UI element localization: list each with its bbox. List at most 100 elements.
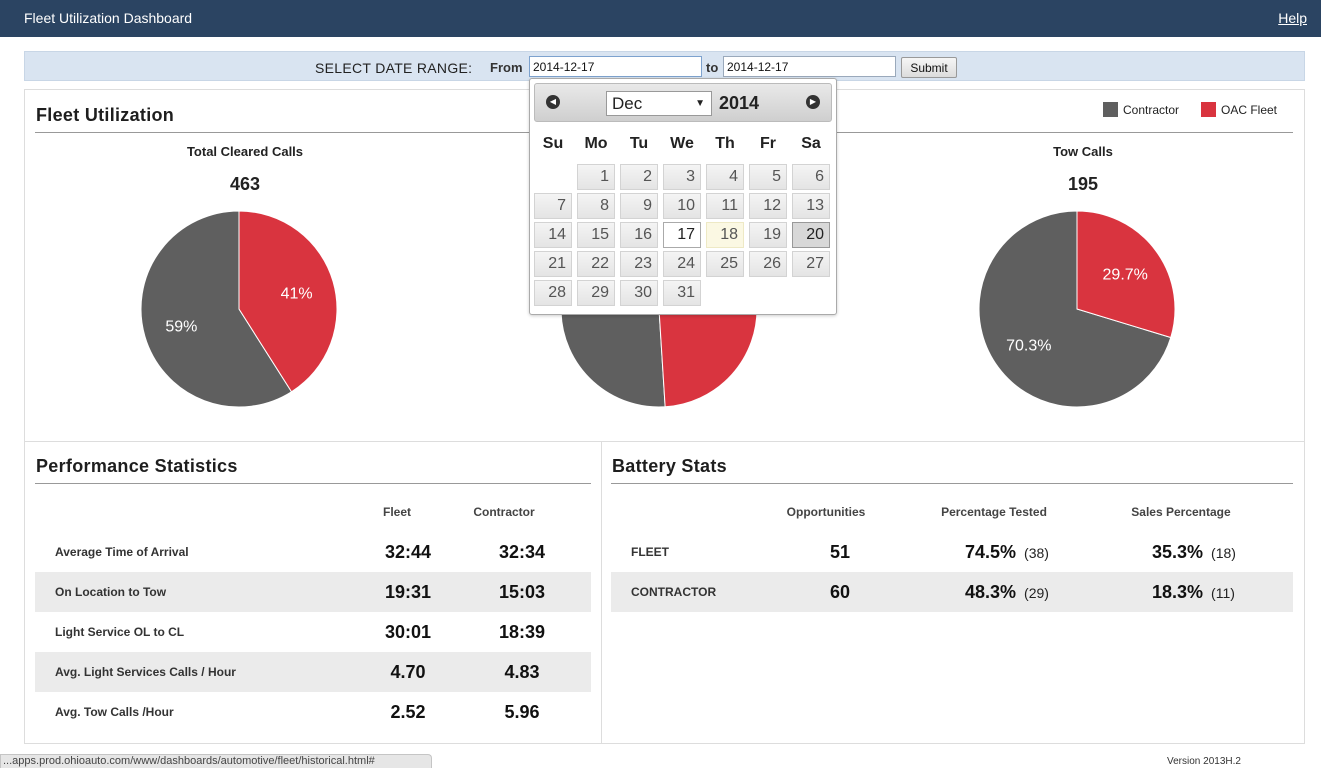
datepicker-popup: ◀ Dec ▼ 2014 ▶ Su Mo Tu We Th Fr Sa 1 2 3 4 5 6 7 8 9 10… xyxy=(529,78,837,315)
fleet-value: 19:31 xyxy=(384,582,432,602)
chart-title: Total Cleared Calls xyxy=(186,144,304,159)
table-row: Avg. Tow Calls /Hour 2.52 5.96 xyxy=(35,692,591,732)
col-header-percentage-tested: Percentage Tested xyxy=(941,505,1047,519)
chart-total: 195 xyxy=(1067,174,1099,194)
tested-percent: 74.5% xyxy=(965,542,1017,562)
date-range-label: SELECT DATE RANGE: xyxy=(315,60,473,76)
legend-oac-fleet: OAC Fleet xyxy=(1201,102,1277,117)
calendar-day[interactable]: 13 xyxy=(792,193,830,219)
legend-swatch-oac-fleet xyxy=(1201,102,1216,117)
calendar-day[interactable]: 18 xyxy=(706,222,744,248)
sales-count: (18) xyxy=(1211,545,1236,561)
calendar-day[interactable]: 30 xyxy=(620,280,658,306)
calendar-day[interactable]: 5 xyxy=(749,164,787,190)
row-label: Avg. Tow Calls /Hour xyxy=(55,705,174,719)
table-row: Average Time of Arrival 32:44 32:34 xyxy=(35,532,591,572)
row-label: Avg. Light Services Calls / Hour xyxy=(55,665,236,679)
calendar-day[interactable]: 7 xyxy=(534,193,572,219)
pie-label-oac-fleet: 29.7% xyxy=(1103,266,1148,283)
calendar-day[interactable]: 15 xyxy=(577,222,615,248)
col-header-fleet: Fleet xyxy=(382,505,411,519)
calendar-day[interactable]: 31 xyxy=(663,280,701,306)
table-row: FLEET 51 74.5% (38) 35.3% (18) xyxy=(611,532,1293,572)
calendar-day[interactable]: 26 xyxy=(749,251,787,277)
calendar-day[interactable]: 2 xyxy=(620,164,658,190)
to-label: to xyxy=(706,60,719,75)
calendar-day[interactable]: 11 xyxy=(706,193,744,219)
contractor-value: 5.96 xyxy=(504,702,540,722)
to-date-input[interactable] xyxy=(723,56,896,77)
legend-label: Contractor xyxy=(1123,103,1180,117)
calendar-day[interactable]: 17 xyxy=(663,222,701,248)
pie-label-contractor: 70.3% xyxy=(1006,338,1051,355)
pie-label-oac-fleet: 41% xyxy=(281,285,313,302)
table-row: On Location to Tow 19:31 15:03 xyxy=(35,572,591,612)
calendar-day[interactable]: 21 xyxy=(534,251,572,277)
col-header-sales-percentage: Sales Percentage xyxy=(1131,505,1231,519)
tested-count: (38) xyxy=(1024,545,1049,561)
performance-title: Performance Statistics xyxy=(36,456,238,476)
weekday-header: Fr xyxy=(760,135,776,152)
version-label: Version 2013H.2 xyxy=(1167,756,1241,767)
calendar-day[interactable]: 8 xyxy=(577,193,615,219)
calendar-day[interactable]: 14 xyxy=(534,222,572,248)
calendar-day[interactable]: 20 xyxy=(792,222,830,248)
legend-label: OAC Fleet xyxy=(1221,103,1278,117)
sales-percent: 18.3% xyxy=(1152,582,1204,602)
opportunities-value: 60 xyxy=(830,582,851,602)
row-label: Average Time of Arrival xyxy=(55,545,189,559)
calendar-day[interactable]: 3 xyxy=(663,164,701,190)
calendar-day[interactable]: 22 xyxy=(577,251,615,277)
next-month-icon[interactable]: ▶ xyxy=(806,95,820,109)
date-range-bar: SELECT DATE RANGE: From to Submit xyxy=(24,51,1305,81)
weekday-header: We xyxy=(670,135,694,152)
calendar-day[interactable]: 9 xyxy=(620,193,658,219)
calendar-day[interactable]: 12 xyxy=(749,193,787,219)
row-label: CONTRACTOR xyxy=(631,585,717,599)
top-navbar: Fleet Utilization Dashboard Help xyxy=(0,0,1321,37)
app-title: Fleet Utilization Dashboard xyxy=(24,10,193,26)
calendar-day[interactable]: 28 xyxy=(534,280,572,306)
submit-button[interactable]: Submit xyxy=(901,57,957,78)
calendar-day[interactable]: 29 xyxy=(577,280,615,306)
vertical-divider xyxy=(601,442,602,743)
from-label: From xyxy=(490,60,523,75)
calendar-day[interactable]: 27 xyxy=(792,251,830,277)
battery-stats-title: Battery Stats xyxy=(612,456,727,476)
chart-title: Tow Calls xyxy=(1053,144,1113,159)
horizontal-divider xyxy=(25,441,1304,442)
row-label: Light Service OL to CL xyxy=(55,625,185,639)
calendar-day[interactable]: 19 xyxy=(749,222,787,248)
table-row: Light Service OL to CL 30:01 18:39 xyxy=(35,612,591,652)
row-label: FLEET xyxy=(631,545,669,559)
contractor-value: 4.83 xyxy=(504,662,540,682)
weekday-header: Th xyxy=(715,135,735,152)
weekday-header: Mo xyxy=(584,135,608,152)
prev-month-icon[interactable]: ◀ xyxy=(546,95,560,109)
month-select[interactable]: Dec ▼ xyxy=(606,91,712,116)
fleet-value: 4.70 xyxy=(390,662,426,682)
calendar-day[interactable]: 24 xyxy=(663,251,701,277)
calendar-day[interactable]: 6 xyxy=(792,164,830,190)
calendar-day[interactable]: 16 xyxy=(620,222,658,248)
pie-chart-tow-calls: 29.7% 70.3% xyxy=(978,210,1176,408)
weekday-header: Tu xyxy=(629,135,649,152)
calendar-day[interactable]: 23 xyxy=(620,251,658,277)
weekday-header: Su xyxy=(542,135,564,152)
col-header-contractor: Contractor xyxy=(473,505,535,519)
from-date-input[interactable] xyxy=(529,56,702,77)
fleet-value: 2.52 xyxy=(390,702,426,722)
help-link[interactable]: Help xyxy=(1278,10,1307,26)
month-value: Dec xyxy=(612,94,643,113)
calendar-day[interactable]: 10 xyxy=(663,193,701,219)
fleet-value: 32:44 xyxy=(384,542,432,562)
calendar-day[interactable]: 4 xyxy=(706,164,744,190)
sales-percent: 35.3% xyxy=(1152,542,1204,562)
calendar-day[interactable]: 1 xyxy=(577,164,615,190)
tested-value: 48.3% (29) xyxy=(965,582,1049,603)
opportunities-value: 51 xyxy=(830,542,851,562)
fleet-utilization-title: Fleet Utilization xyxy=(36,105,175,125)
sales-count: (11) xyxy=(1211,585,1235,601)
tested-count: (29) xyxy=(1024,585,1049,601)
calendar-day[interactable]: 25 xyxy=(706,251,744,277)
